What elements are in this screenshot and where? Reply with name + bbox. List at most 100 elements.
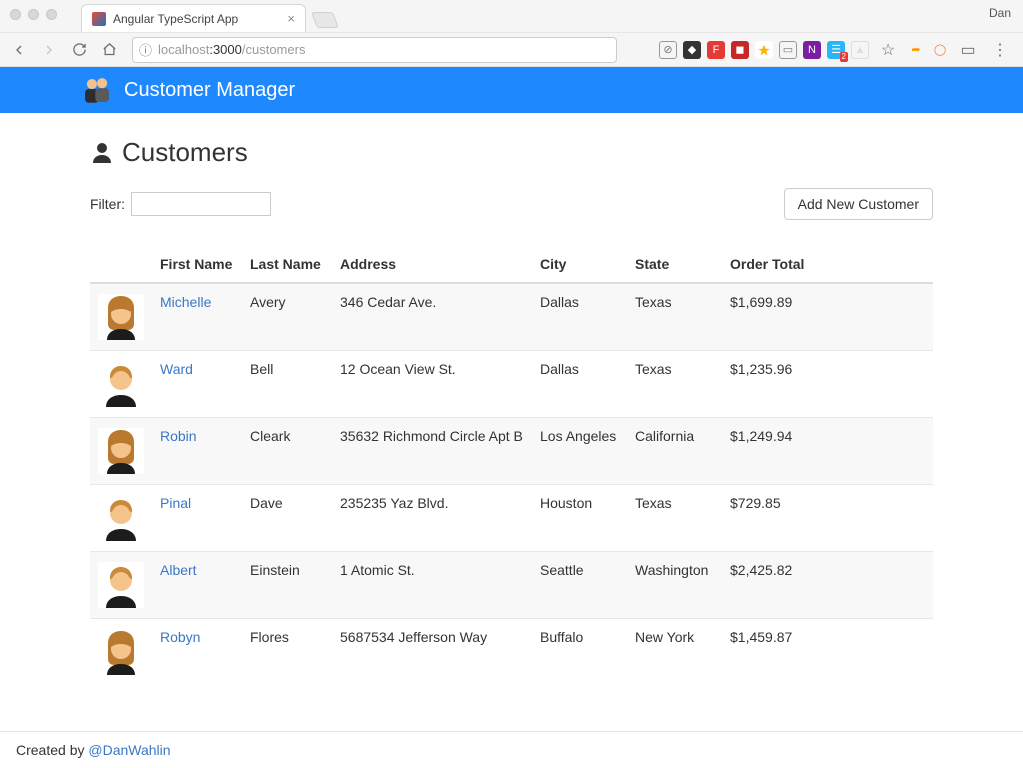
filter-input[interactable] (131, 192, 271, 216)
add-customer-button[interactable]: Add New Customer (784, 188, 933, 220)
extension-icon[interactable]: ◼ (731, 41, 749, 59)
extension-icon[interactable]: ▭ (779, 41, 797, 59)
cell-state: Texas (627, 283, 722, 351)
col-avatar (90, 248, 152, 283)
cell-address: 346 Cedar Ave. (332, 283, 532, 351)
customer-link[interactable]: Michelle (160, 294, 211, 310)
back-button[interactable] (6, 37, 32, 63)
site-info-icon[interactable]: ⓘ (139, 40, 152, 59)
footer: Created by @DanWahlin (0, 731, 1023, 768)
avatar-male-icon (98, 361, 144, 407)
cell-first-name: Michelle (152, 283, 242, 351)
cell-city: Buffalo (532, 619, 627, 686)
favicon-icon (92, 12, 106, 26)
table-row: Robin Cleark35632 Richmond Circle Apt BLo… (90, 418, 933, 485)
profile-label[interactable]: Dan (989, 6, 1011, 20)
browser-tab[interactable]: Angular TypeScript App × (81, 4, 306, 32)
avatar-cell (90, 619, 152, 686)
customer-link[interactable]: Pinal (160, 495, 191, 511)
cell-order-total: $1,235.96 (722, 351, 933, 418)
cell-order-total: $729.85 (722, 485, 933, 552)
browser-chrome: Angular TypeScript App × Dan ⓘ localhost… (0, 0, 1023, 67)
extension-icon[interactable]: ☰2 (827, 41, 845, 59)
footer-author-link[interactable]: @DanWahlin (88, 742, 170, 758)
customer-link[interactable]: Robin (160, 428, 197, 444)
new-tab-button[interactable] (311, 12, 339, 28)
avatar-cell (90, 552, 152, 619)
extension-icon[interactable]: ▭ (955, 37, 981, 63)
cell-first-name: Pinal (152, 485, 242, 552)
extension-icon[interactable]: ◯ (931, 41, 949, 59)
extension-icon[interactable]: ▲ (851, 41, 869, 59)
menu-icon[interactable]: ⋮ (987, 37, 1013, 63)
app-logo-icon (80, 75, 114, 105)
cell-last-name: Dave (242, 485, 332, 552)
cell-last-name: Cleark (242, 418, 332, 485)
cell-first-name: Albert (152, 552, 242, 619)
cell-address: 1 Atomic St. (332, 552, 532, 619)
avatar-cell (90, 283, 152, 351)
cell-city: Seattle (532, 552, 627, 619)
avatar-female-icon (98, 428, 144, 474)
extension-icon[interactable] (755, 41, 773, 59)
close-tab-icon[interactable]: × (287, 11, 295, 26)
cell-last-name: Avery (242, 283, 332, 351)
zoom-window-icon[interactable] (46, 9, 57, 20)
cell-order-total: $2,425.82 (722, 552, 933, 619)
cell-first-name: Robin (152, 418, 242, 485)
home-button[interactable] (96, 37, 122, 63)
url-host: localhost (158, 42, 209, 57)
cell-city: Dallas (532, 351, 627, 418)
table-row: RobynFlores5687534 Jefferson WayBuffaloN… (90, 619, 933, 686)
avatar-male-icon (98, 495, 144, 541)
close-window-icon[interactable] (10, 9, 21, 20)
extension-icon[interactable]: ➦ (907, 41, 925, 59)
filter-label: Filter: (90, 196, 125, 212)
cell-last-name: Bell (242, 351, 332, 418)
col-city[interactable]: City (532, 248, 627, 283)
col-state[interactable]: State (627, 248, 722, 283)
cell-state: Washington (627, 552, 722, 619)
address-bar[interactable]: ⓘ localhost:3000/customers (132, 37, 617, 63)
cell-state: Texas (627, 485, 722, 552)
customer-link[interactable]: Albert (160, 562, 197, 578)
minimize-window-icon[interactable] (28, 9, 39, 20)
bookmark-icon[interactable]: ☆ (875, 37, 901, 63)
col-last-name[interactable]: Last Name (242, 248, 332, 283)
cell-city: Los Angeles (532, 418, 627, 485)
person-icon (90, 141, 114, 165)
browser-toolbar: ⓘ localhost:3000/customers ⊘ ◆ F ◼ ▭ N ☰… (0, 32, 1023, 66)
app-header: Customer Manager (0, 67, 1023, 113)
avatar-cell (90, 351, 152, 418)
table-row: MichelleAvery346 Cedar Ave.DallasTexas$1… (90, 283, 933, 351)
customer-link[interactable]: Ward (160, 361, 193, 377)
page-title: Customers (90, 137, 933, 168)
customer-link[interactable]: Robyn (160, 629, 200, 645)
col-order-total[interactable]: Order Total (722, 248, 933, 283)
footer-text: Created by (16, 742, 88, 758)
cell-state: Texas (627, 351, 722, 418)
cell-state: New York (627, 619, 722, 686)
col-first-name[interactable]: First Name (152, 248, 242, 283)
window-controls (0, 0, 67, 20)
cell-state: California (627, 418, 722, 485)
col-address[interactable]: Address (332, 248, 532, 283)
avatar-cell (90, 418, 152, 485)
avatar-female-icon (98, 629, 144, 675)
main-content: Customers Filter: Add New Customer First… (0, 113, 1023, 685)
avatar-cell (90, 485, 152, 552)
table-row: PinalDave235235 Yaz Blvd.HoustonTexas$72… (90, 485, 933, 552)
reload-button[interactable] (66, 37, 92, 63)
cell-address: 12 Ocean View St. (332, 351, 532, 418)
cell-address: 5687534 Jefferson Way (332, 619, 532, 686)
extension-icon[interactable]: ◆ (683, 41, 701, 59)
cell-order-total: $1,249.94 (722, 418, 933, 485)
extension-icon[interactable]: F (707, 41, 725, 59)
extension-icon[interactable]: N (803, 41, 821, 59)
extension-icon[interactable]: ⊘ (659, 41, 677, 59)
cell-order-total: $1,459.87 (722, 619, 933, 686)
cell-order-total: $1,699.89 (722, 283, 933, 351)
cell-first-name: Robyn (152, 619, 242, 686)
avatar-female-icon (98, 294, 144, 340)
cell-address: 35632 Richmond Circle Apt B (332, 418, 532, 485)
